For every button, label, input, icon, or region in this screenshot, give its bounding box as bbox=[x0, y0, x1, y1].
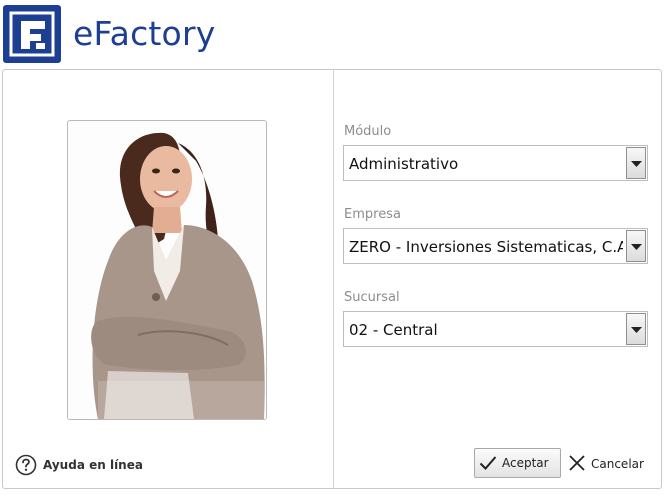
close-icon bbox=[569, 455, 585, 471]
chevron-down-icon bbox=[631, 244, 642, 250]
question-circle-icon bbox=[15, 454, 37, 476]
chevron-down-icon bbox=[631, 161, 642, 167]
chevron-down-icon bbox=[631, 327, 642, 333]
empresa-value: ZERO - Inversiones Sistematicas, C.A. bbox=[349, 238, 623, 256]
online-help-label: Ayuda en línea bbox=[43, 458, 143, 472]
sucursal-label: Sucursal bbox=[344, 290, 400, 305]
sucursal-select[interactable]: 02 - Central bbox=[343, 311, 648, 347]
check-icon bbox=[479, 456, 497, 470]
login-panel: Módulo Administrativo Empresa ZERO - Inv… bbox=[2, 69, 662, 489]
cancel-button[interactable]: Cancelar bbox=[569, 454, 649, 476]
user-photo bbox=[67, 120, 267, 420]
sucursal-dropdown-button[interactable] bbox=[626, 313, 646, 345]
accept-label: Aceptar bbox=[502, 456, 549, 470]
modulo-value: Administrativo bbox=[349, 155, 459, 173]
efactory-logo bbox=[3, 5, 61, 63]
header: eFactory bbox=[0, 0, 672, 68]
sucursal-value: 02 - Central bbox=[349, 321, 438, 339]
accept-button[interactable]: Aceptar bbox=[474, 448, 561, 478]
empresa-label: Empresa bbox=[344, 207, 401, 222]
modulo-label: Módulo bbox=[344, 124, 392, 139]
empresa-dropdown-button[interactable] bbox=[626, 230, 646, 262]
panel-divider bbox=[333, 70, 334, 488]
cancel-label: Cancelar bbox=[591, 457, 644, 471]
modulo-select[interactable]: Administrativo bbox=[343, 145, 648, 181]
app-title: eFactory bbox=[73, 14, 216, 53]
modulo-dropdown-button[interactable] bbox=[626, 147, 646, 179]
empresa-select[interactable]: ZERO - Inversiones Sistematicas, C.A. bbox=[343, 228, 648, 264]
